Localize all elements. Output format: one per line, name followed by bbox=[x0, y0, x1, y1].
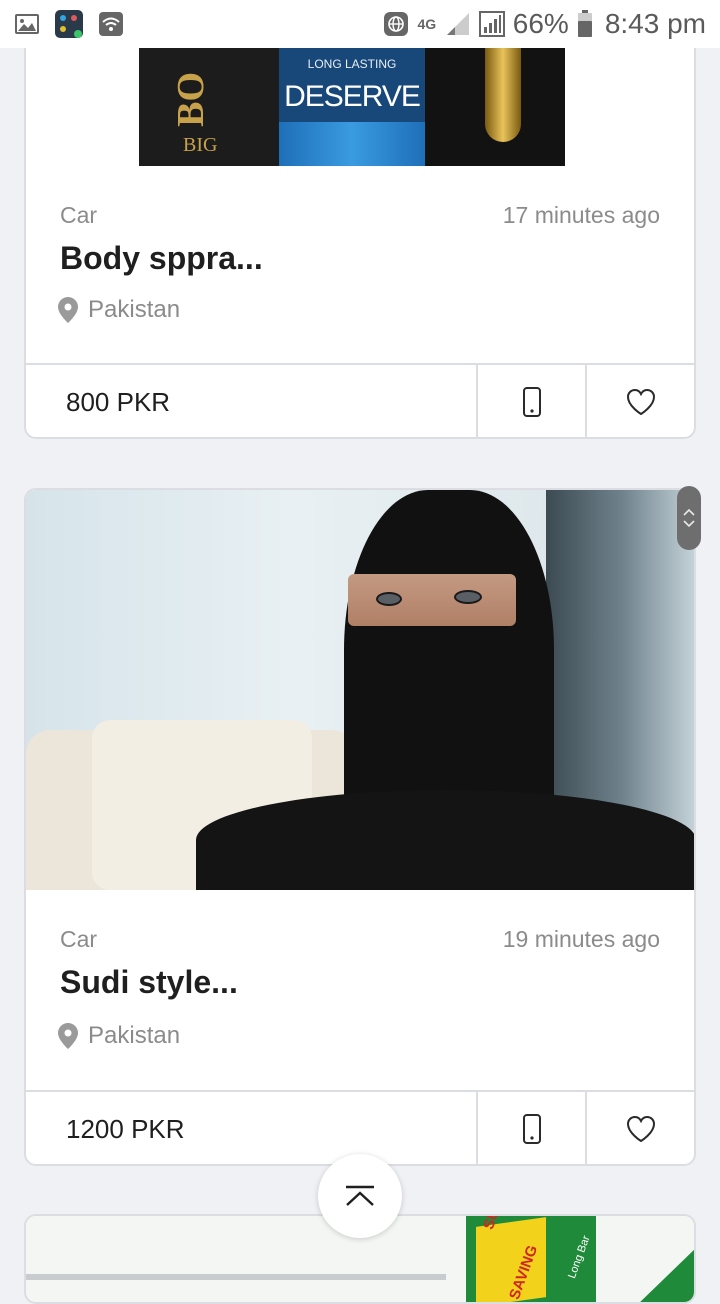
network-type-label: 4G bbox=[417, 16, 437, 32]
listing-price: 800 PKR bbox=[66, 386, 171, 417]
listing-category: Car bbox=[60, 202, 98, 228]
gallery-notification-icon bbox=[15, 14, 39, 34]
can-brand-text: BO bbox=[170, 72, 212, 127]
can-brand-center: DESERVE bbox=[284, 80, 421, 113]
listing-category: Car bbox=[60, 926, 98, 952]
location-pin-icon bbox=[58, 297, 78, 323]
call-button[interactable] bbox=[476, 365, 585, 437]
window-backdrop bbox=[546, 490, 694, 830]
signal-full-icon bbox=[478, 11, 505, 37]
location-pin-icon bbox=[58, 1023, 78, 1049]
image-divider bbox=[26, 1274, 446, 1280]
figure-eyes-band bbox=[348, 574, 516, 626]
heart-icon bbox=[626, 388, 655, 416]
signal-weak-icon bbox=[446, 13, 469, 35]
listing-time-ago: 19 minutes ago bbox=[502, 926, 660, 952]
listing-location: Pakistan bbox=[58, 1022, 180, 1050]
box-side-text: Long Bar bbox=[566, 1234, 593, 1281]
phone-icon bbox=[522, 1114, 541, 1144]
app-notification-icon bbox=[55, 10, 83, 38]
listing-title[interactable]: Sudi style... bbox=[60, 964, 238, 1001]
favorite-button[interactable] bbox=[585, 365, 694, 437]
scroll-handle[interactable] bbox=[677, 486, 701, 550]
heart-icon bbox=[626, 1115, 655, 1143]
can-sub-text: BIG bbox=[183, 134, 218, 156]
listing-image[interactable] bbox=[26, 490, 694, 890]
chevron-up-icon bbox=[683, 508, 695, 516]
listing-card[interactable]: BO BIG LONG LASTING DESERVE Car 17 minut… bbox=[24, 0, 696, 439]
call-button[interactable] bbox=[476, 1092, 585, 1164]
battery-icon bbox=[577, 10, 592, 37]
listing-time-ago: 17 minutes ago bbox=[502, 202, 660, 228]
status-bar: 4G 66% 8:43 pm bbox=[0, 0, 720, 48]
can-tagline: LONG LASTING bbox=[307, 57, 397, 71]
phone-icon bbox=[522, 387, 541, 417]
arrow-to-top-icon bbox=[346, 1185, 374, 1206]
product-box: SUPER SAVING Long Bar bbox=[466, 1216, 596, 1302]
wifi-icon bbox=[99, 12, 123, 36]
chevron-down-icon bbox=[683, 520, 695, 528]
listing-title[interactable]: Body sppra... bbox=[60, 240, 263, 277]
listing-price: 1200 PKR bbox=[66, 1113, 185, 1144]
scroll-to-top-button[interactable] bbox=[318, 1154, 402, 1238]
battery-percent: 66% bbox=[512, 8, 569, 39]
location-label: Pakistan bbox=[88, 1022, 181, 1049]
favorite-button[interactable] bbox=[585, 1092, 694, 1164]
clock: 8:43 pm bbox=[604, 8, 706, 39]
listing-location: Pakistan bbox=[58, 296, 180, 324]
figure-shoulders bbox=[196, 790, 694, 890]
listing-card[interactable]: Car 19 minutes ago Sudi style... Pakista… bbox=[24, 488, 696, 1166]
listing-footer: 800 PKR bbox=[26, 363, 694, 437]
location-label: Pakistan bbox=[88, 296, 181, 323]
globe-icon bbox=[383, 12, 408, 36]
product-stripe bbox=[636, 1246, 694, 1302]
